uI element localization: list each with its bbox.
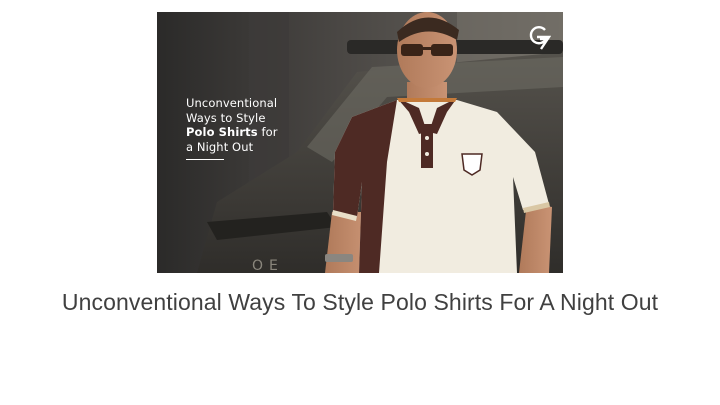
slide: OE Unconventional Ways to Style Polo Shi… bbox=[0, 0, 720, 405]
hero-headline-line-3: Polo Shirts for bbox=[186, 125, 278, 140]
hero-headline-line-4: a Night Out bbox=[186, 139, 254, 154]
g7-logo-icon bbox=[529, 24, 551, 50]
hero-headline-line-3-rest: for bbox=[257, 125, 278, 139]
hero-image: OE Unconventional Ways to Style Polo Shi… bbox=[157, 12, 563, 273]
slide-caption: Unconventional Ways To Style Polo Shirts… bbox=[61, 289, 659, 315]
hero-headline-line-2: Ways to Style bbox=[186, 110, 266, 125]
hero-headline: Unconventional Ways to Style Polo Shirts… bbox=[186, 96, 278, 154]
hero-headline-bold: Polo Shirts bbox=[186, 125, 258, 139]
headline-underline bbox=[186, 159, 224, 160]
hero-headline-line-1: Unconventional bbox=[186, 96, 278, 110]
car-badge-text: OE bbox=[252, 258, 284, 273]
